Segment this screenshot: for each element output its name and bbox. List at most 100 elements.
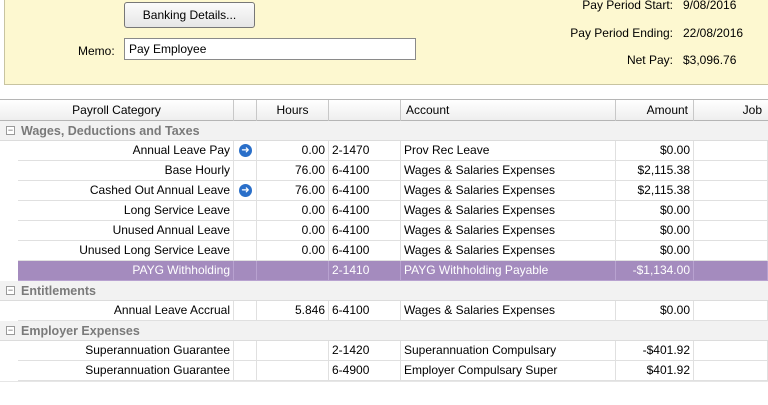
account-number-cell[interactable]: 2-1410 (329, 261, 401, 281)
pay-period-start-label: Pay Period Start: (582, 0, 673, 12)
amount-cell[interactable]: $0.00 (616, 141, 694, 161)
detail-icon-cell (234, 301, 257, 321)
column-header-category[interactable]: Payroll Category (0, 100, 234, 121)
pay-period-ending-label: Pay Period Ending: (570, 26, 673, 40)
grid-bottom-divider (0, 381, 768, 382)
account-number-cell[interactable]: 6-4100 (329, 221, 401, 241)
hours-cell[interactable]: 0.00 (257, 221, 329, 241)
group-row[interactable]: − Entitlements (0, 281, 768, 301)
detail-icon-cell: ➜ (234, 181, 257, 201)
amount-cell[interactable]: $2,115.38 (616, 181, 694, 201)
account-number-cell[interactable]: 6-4100 (329, 301, 401, 321)
detail-icon-cell (234, 361, 257, 381)
pay-period-start-value: 9/08/2016 (683, 0, 737, 12)
hours-cell[interactable]: 76.00 (257, 181, 329, 201)
arrow-right-icon[interactable]: ➜ (239, 144, 252, 157)
column-header-account[interactable]: Account (401, 100, 616, 121)
detail-icon-cell: ➜ (234, 141, 257, 161)
pay-period-ending-value: 22/08/2016 (683, 26, 744, 40)
amount-cell[interactable]: $0.00 (616, 241, 694, 261)
column-header-hours[interactable]: Hours (257, 100, 329, 121)
table-row[interactable]: Base Hourly 76.00 6-4100 Wages & Salaries E… (0, 161, 768, 181)
table-row[interactable]: Long Service Leave 0.00 6-4100 Wages & Sala… (0, 201, 768, 221)
account-name-cell: Wages & Salaries Expenses (401, 221, 616, 241)
hours-cell[interactable]: 76.00 (257, 161, 329, 181)
account-number-cell[interactable]: 2-1470 (329, 141, 401, 161)
collapse-toggle-icon[interactable]: − (6, 286, 15, 295)
account-number-cell[interactable]: 6-4100 (329, 241, 401, 261)
collapse-toggle-icon[interactable]: − (6, 126, 15, 135)
job-cell[interactable] (694, 261, 768, 281)
account-number-cell[interactable]: 6-4100 (329, 161, 401, 181)
payroll-category-cell: Base Hourly (18, 161, 234, 181)
pay-details-panel: Banking Details... Memo: Pay Employee Pa… (4, 0, 768, 85)
amount-cell[interactable]: -$401.92 (616, 341, 694, 361)
account-name-cell: Wages & Salaries Expenses (401, 161, 616, 181)
grid-header: Payroll Category Hours Account Amount Jo… (0, 99, 768, 121)
amount-cell[interactable]: $401.92 (616, 361, 694, 381)
table-row[interactable]: Unused Annual Leave 0.00 6-4100 Wages & Sal… (0, 221, 768, 241)
hours-cell[interactable]: 0.00 (257, 141, 329, 161)
detail-icon-cell (234, 261, 257, 281)
table-row[interactable]: Cashed Out Annual Leave ➜ 76.00 6-4100 Wages… (0, 181, 768, 201)
hours-cell[interactable]: 5.846 (257, 301, 329, 321)
amount-cell[interactable]: $0.00 (616, 221, 694, 241)
amount-cell[interactable]: $0.00 (616, 301, 694, 321)
account-name-cell: Wages & Salaries Expenses (401, 241, 616, 261)
job-cell[interactable] (694, 241, 768, 261)
net-pay-value: $3,096.76 (683, 53, 737, 67)
column-header-account-number[interactable] (329, 100, 401, 121)
account-name-cell: Superannuation Compulsary (401, 341, 616, 361)
job-cell[interactable] (694, 161, 768, 181)
hours-cell[interactable]: 0.00 (257, 201, 329, 221)
account-number-cell[interactable]: 6-4100 (329, 201, 401, 221)
account-name-cell: PAYG Withholding Payable (401, 261, 616, 281)
table-row[interactable]: Annual Leave Accrual 5.846 6-4100 Wages & S… (0, 301, 768, 321)
group-row[interactable]: − Employer Expenses (0, 321, 768, 341)
amount-cell[interactable]: $0.00 (616, 201, 694, 221)
payroll-category-cell: Long Service Leave (18, 201, 234, 221)
account-name-cell: Wages & Salaries Expenses (401, 301, 616, 321)
job-cell[interactable] (694, 301, 768, 321)
group-label: Wages, Deductions and Taxes (21, 124, 200, 138)
job-cell[interactable] (694, 201, 768, 221)
payroll-category-cell: Cashed Out Annual Leave (18, 181, 234, 201)
account-number-cell[interactable]: 6-4900 (329, 361, 401, 381)
payroll-grid: Payroll Category Hours Account Amount Jo… (0, 99, 768, 381)
table-row[interactable]: Unused Long Service Leave 0.00 6-4100 Wages… (0, 241, 768, 261)
table-row[interactable]: Superannuation Guarantee 2-1420 Superannua… (0, 341, 768, 361)
account-name-cell: Prov Rec Leave (401, 141, 616, 161)
column-header-amount[interactable]: Amount (616, 100, 694, 121)
detail-icon-cell (234, 201, 257, 221)
job-cell[interactable] (694, 361, 768, 381)
hours-cell[interactable] (257, 361, 329, 381)
payroll-category-cell: Superannuation Guarantee (18, 341, 234, 361)
amount-cell[interactable]: $2,115.38 (616, 161, 694, 181)
amount-cell[interactable]: -$1,134.00 (616, 261, 694, 281)
account-name-cell: Employer Compulsary Super (401, 361, 616, 381)
job-cell[interactable] (694, 181, 768, 201)
account-name-cell: Wages & Salaries Expenses (401, 181, 616, 201)
payroll-category-cell: Annual Leave Accrual (18, 301, 234, 321)
group-row[interactable]: − Wages, Deductions and Taxes (0, 121, 768, 141)
table-row[interactable]: PAYG Withholding 2-1410 PAYG Withholding P… (0, 261, 768, 281)
collapse-toggle-icon[interactable]: − (6, 326, 15, 335)
hours-cell[interactable] (257, 261, 329, 281)
detail-icon-cell (234, 341, 257, 361)
job-cell[interactable] (694, 341, 768, 361)
group-label: Employer Expenses (21, 324, 140, 338)
payroll-category-cell: PAYG Withholding (18, 261, 234, 281)
job-cell[interactable] (694, 141, 768, 161)
memo-input[interactable]: Pay Employee (124, 38, 416, 60)
hours-cell[interactable]: 0.00 (257, 241, 329, 261)
hours-cell[interactable] (257, 341, 329, 361)
table-row[interactable]: Superannuation Guarantee 6-4900 Employer C… (0, 361, 768, 381)
table-row[interactable]: Annual Leave Pay ➜ 0.00 2-1470 Prov Rec Leav… (0, 141, 768, 161)
arrow-right-icon[interactable]: ➜ (239, 184, 252, 197)
account-number-cell[interactable]: 2-1420 (329, 341, 401, 361)
detail-icon-cell (234, 161, 257, 181)
column-header-job[interactable]: Job (694, 100, 768, 121)
banking-details-button[interactable]: Banking Details... (124, 2, 255, 28)
account-number-cell[interactable]: 6-4100 (329, 181, 401, 201)
job-cell[interactable] (694, 221, 768, 241)
